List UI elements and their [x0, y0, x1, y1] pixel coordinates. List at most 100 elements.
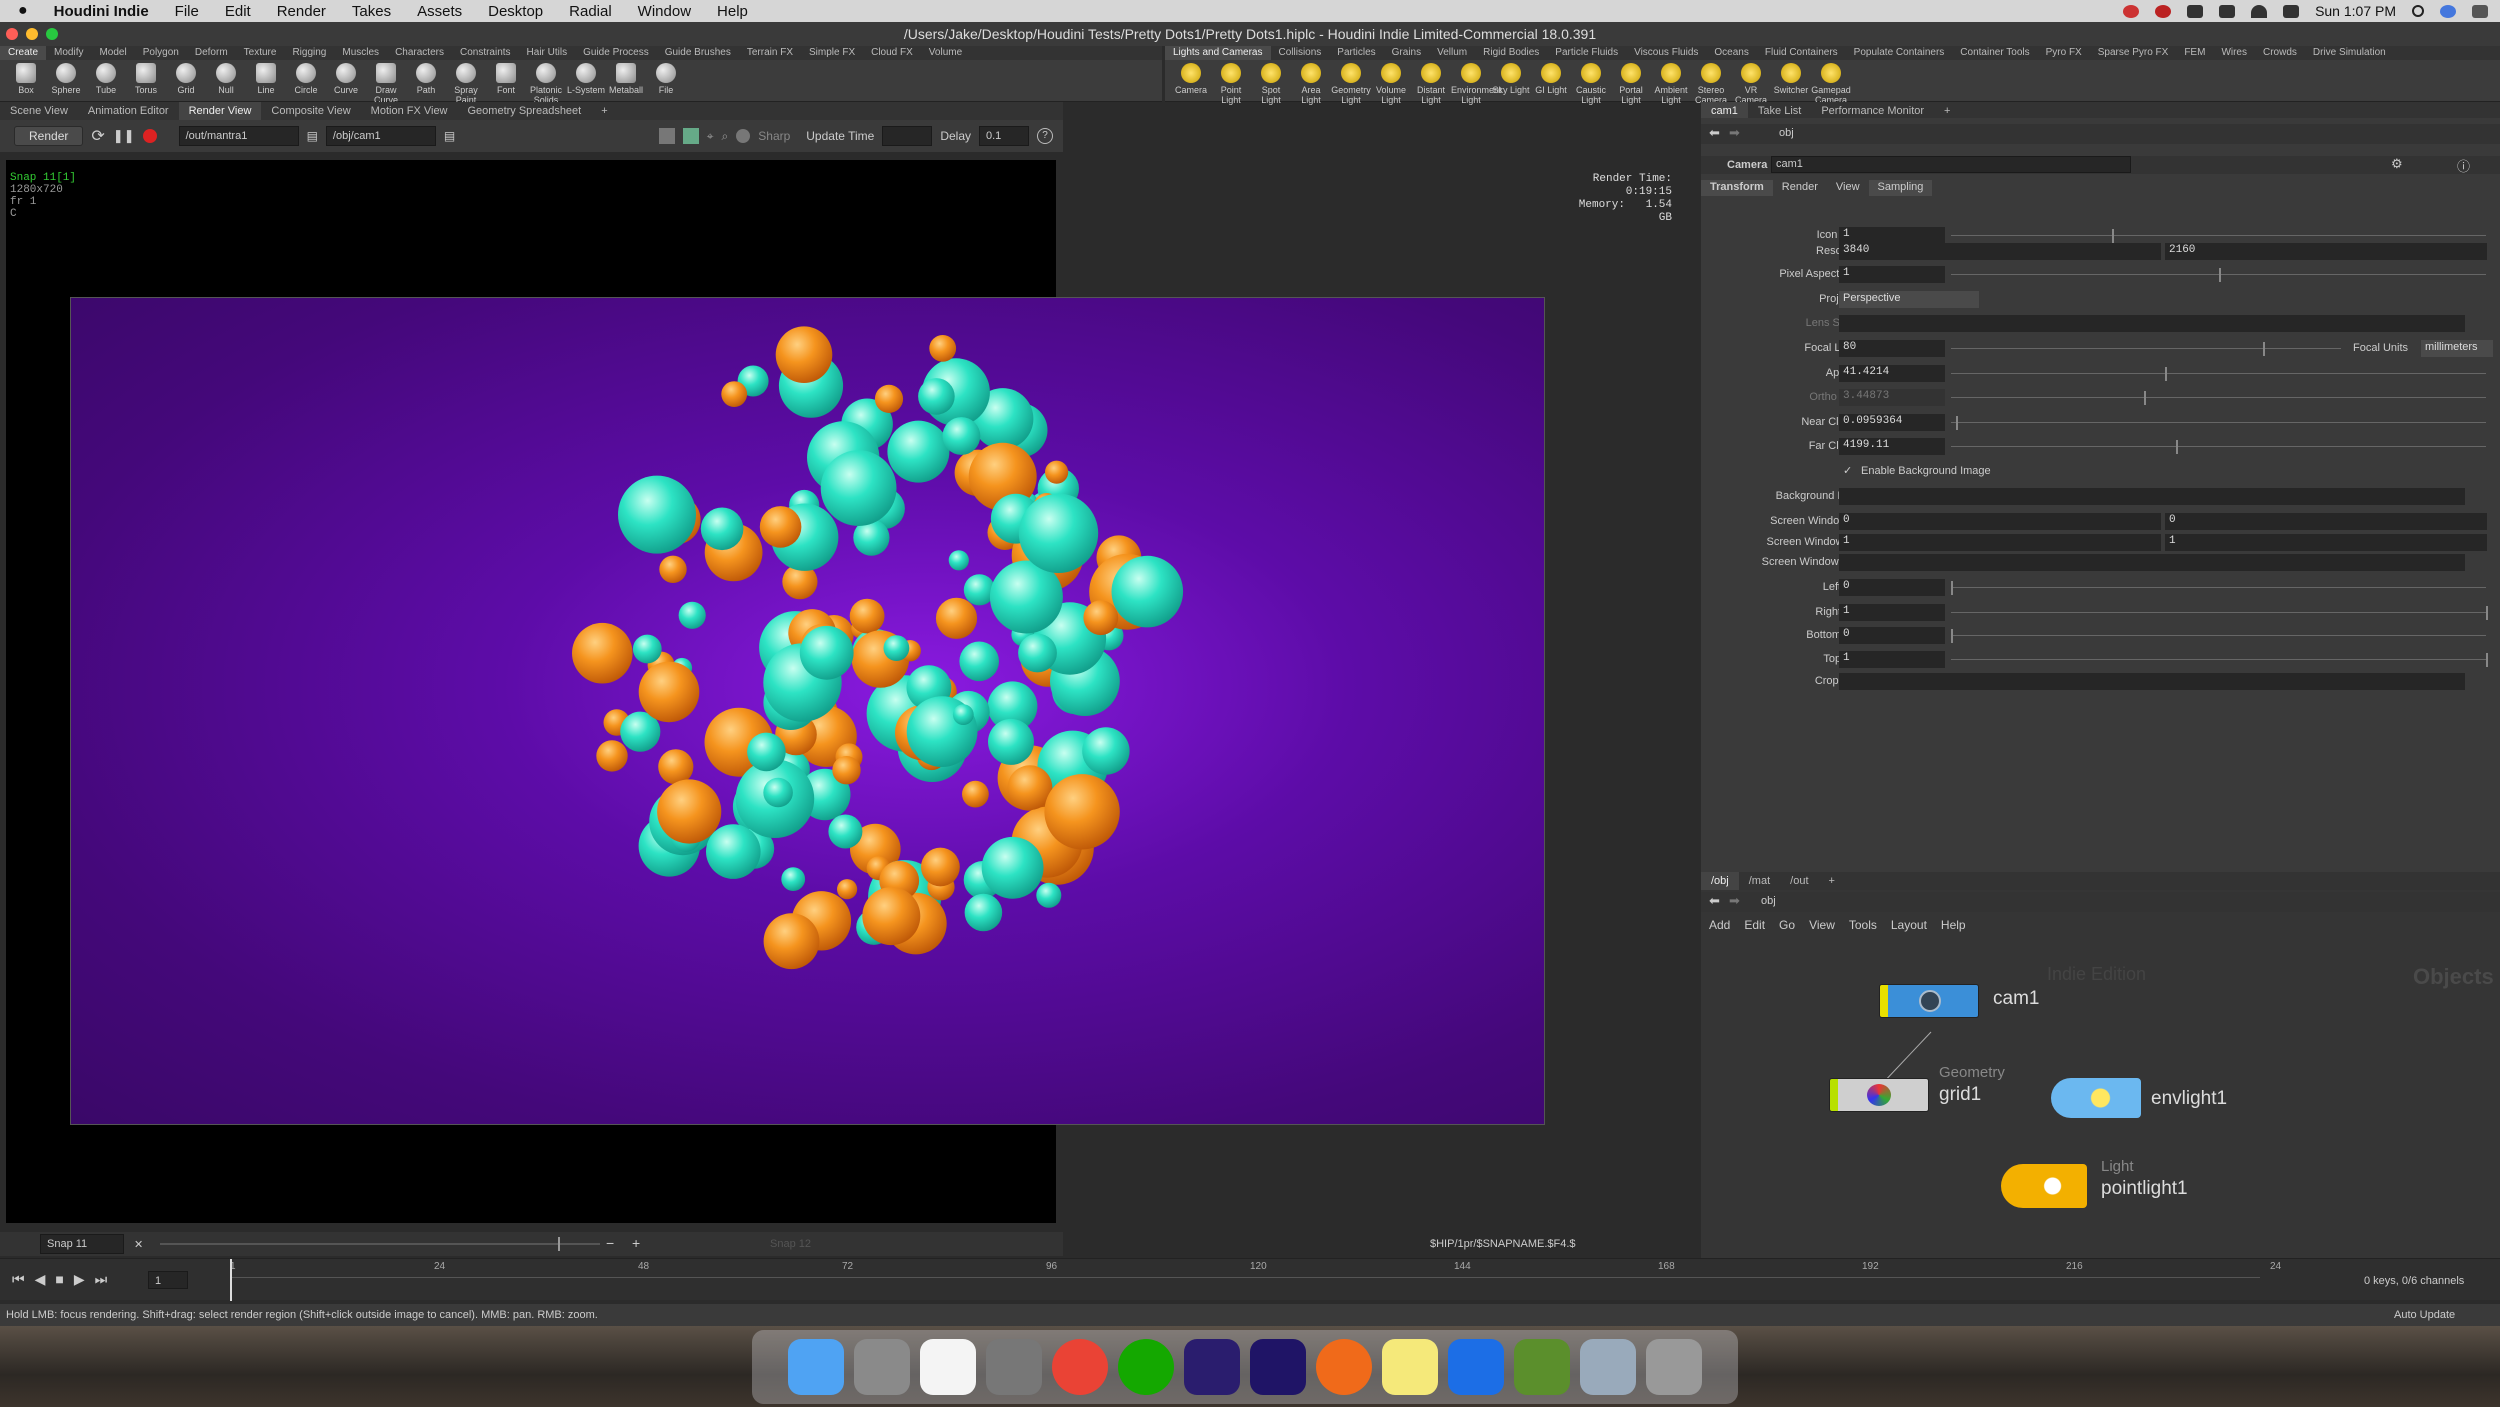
shelf-tab-sparse-pyro-fx[interactable]: Sparse Pyro FX [2090, 46, 2177, 60]
shelf-tab-particle-fluids[interactable]: Particle Fluids [1547, 46, 1626, 60]
add-tab-icon[interactable]: + [591, 102, 617, 120]
shelf-tab-model[interactable]: Model [91, 46, 134, 60]
menu-assets[interactable]: Assets [404, 3, 475, 20]
tool-volume-light[interactable]: Volume Light [1371, 60, 1411, 105]
shelf-tab-container-tools[interactable]: Container Tools [1952, 46, 2037, 60]
menu-window[interactable]: Window [625, 3, 704, 20]
shelf-tab-fem[interactable]: FEM [2176, 46, 2213, 60]
shelf-tab-fluid-containers[interactable]: Fluid Containers [1757, 46, 1846, 60]
menu-desktop[interactable]: Desktop [475, 3, 556, 20]
parm-slider-thumb[interactable] [2165, 367, 2167, 381]
minus-icon[interactable]: − [606, 1235, 614, 1251]
parm-slider-thumb[interactable] [2144, 391, 2146, 405]
tab-scene-view[interactable]: Scene View [0, 102, 78, 120]
tab-animation-editor[interactable]: Animation Editor [78, 102, 179, 120]
tool-file[interactable]: File [646, 60, 686, 95]
dock-quicktime-icon[interactable] [1448, 1339, 1504, 1395]
dock-system-preferences-icon[interactable] [986, 1339, 1042, 1395]
camera-field[interactable]: /obj/cam1 [325, 126, 436, 146]
node-name-field[interactable]: cam1 [1771, 156, 2131, 173]
help-icon[interactable]: ? [1037, 128, 1053, 144]
minimize-window-icon[interactable] [26, 28, 38, 40]
color-correct-icon[interactable] [682, 128, 699, 144]
pin-icon[interactable]: ⌖ [707, 129, 714, 144]
shelf-tab-lights-and-cameras[interactable]: Lights and Cameras [1165, 46, 1271, 60]
sharp-dropdown[interactable]: Sharp [758, 129, 798, 143]
snapshot-slider[interactable] [160, 1243, 600, 1245]
timeline[interactable]: ⏮ ◀ ■ ▶ ⏭ 1 1 24 48 72 96 120 144 168 192 216 24 0… [0, 1258, 2500, 1301]
output-driver-field[interactable]: /out/mantra1 [178, 126, 299, 146]
parm-tab-transform[interactable]: Transform [1701, 180, 1773, 196]
apple-menu-icon[interactable]: ● [0, 2, 41, 20]
forward-icon[interactable]: ➡ [1729, 125, 1740, 141]
shelf-tab-characters[interactable]: Characters [387, 46, 452, 60]
parm-field[interactable] [1839, 488, 2465, 505]
menu-render[interactable]: Render [264, 3, 339, 20]
tool-switcher[interactable]: Switcher [1771, 60, 1811, 95]
siri-icon[interactable] [2440, 4, 2456, 18]
tool-box[interactable]: Box [6, 60, 46, 95]
update-time-field[interactable] [882, 126, 933, 146]
shelf-tab-modify[interactable]: Modify [46, 46, 91, 60]
timeline-ruler[interactable]: 1 24 48 72 96 120 144 168 192 216 24 [230, 1259, 2281, 1301]
shelf-tab-deform[interactable]: Deform [187, 46, 236, 60]
parm-path[interactable]: obj [1779, 127, 1794, 139]
parm-slider-thumb[interactable] [1951, 629, 1953, 643]
tool-font[interactable]: Font [486, 60, 526, 95]
gear-icon[interactable]: ⚙ [2391, 156, 2403, 172]
shelf-tab-simple-fx[interactable]: Simple FX [801, 46, 863, 60]
tool-environment-light[interactable]: Environment Light [1451, 60, 1502, 105]
tool-spot-light[interactable]: Spot Light [1251, 60, 1291, 105]
camera-chooser-icon[interactable]: ▤ [444, 129, 455, 143]
checkbox-icon[interactable]: ✓ [1843, 464, 1852, 477]
tool-gamepad-camera[interactable]: Gamepad Camera [1811, 60, 1851, 105]
menu-takes[interactable]: Takes [339, 3, 404, 20]
tab-geometry-spreadsheet[interactable]: Geometry Spreadsheet [458, 102, 592, 120]
shelf-tab-particles[interactable]: Particles [1329, 46, 1383, 60]
parm-field[interactable]: 1 [1839, 651, 1945, 668]
parm-field[interactable]: 80 [1839, 340, 1945, 357]
dock-trash-icon[interactable] [1646, 1339, 1702, 1395]
menu-radial[interactable]: Radial [556, 3, 625, 20]
dock-houdini-icon[interactable] [1316, 1339, 1372, 1395]
shelf-tab-terrain-fx[interactable]: Terrain FX [739, 46, 801, 60]
tool-vr-camera[interactable]: VR Camera [1731, 60, 1771, 105]
pause-icon[interactable]: ❚❚ [113, 128, 135, 144]
tool-curve[interactable]: Curve [326, 60, 366, 95]
parm-field[interactable]: 41.4214 [1839, 365, 1945, 382]
dock-upwork-icon[interactable] [1118, 1339, 1174, 1395]
output-chooser-icon[interactable]: ▤ [307, 129, 318, 143]
parm-field[interactable]: 1 [1839, 534, 2161, 551]
app-menu[interactable]: Houdini Indie [41, 3, 162, 20]
tool-portal-light[interactable]: Portal Light [1611, 60, 1651, 105]
parm-field[interactable]: 1 [1839, 604, 1945, 621]
parm-field[interactable]: 0 [1839, 513, 2161, 530]
tool-ambient-light[interactable]: Ambient Light [1651, 60, 1691, 105]
snapshot-slider-thumb[interactable] [558, 1237, 560, 1251]
play-icon[interactable]: ▶ [74, 1271, 85, 1288]
dock-notes-icon[interactable] [1382, 1339, 1438, 1395]
preview-icon[interactable] [658, 128, 675, 144]
delete-snapshot-icon[interactable]: ✕ [134, 1238, 143, 1251]
parm-field[interactable] [1839, 673, 2465, 690]
record-icon[interactable] [2155, 4, 2172, 18]
jump-end-icon[interactable]: ⏭ [95, 1271, 108, 1288]
tool-camera[interactable]: Camera [1171, 60, 1211, 95]
tool-sky-light[interactable]: Sky Light [1491, 60, 1531, 95]
tool-l-system[interactable]: L-System [566, 60, 606, 95]
delay-field[interactable]: 0.1 [979, 126, 1029, 146]
tool-null[interactable]: Null [206, 60, 246, 95]
dock-preview-icon[interactable] [1580, 1339, 1636, 1395]
shelf-tab-muscles[interactable]: Muscles [334, 46, 387, 60]
frame-field[interactable]: 1 [148, 1271, 188, 1289]
tool-sphere[interactable]: Sphere [46, 60, 86, 95]
shelf-tab-drive-simulation[interactable]: Drive Simulation [2305, 46, 2394, 60]
tool-circle[interactable]: Circle [286, 60, 326, 95]
tool-point-light[interactable]: Point Light [1211, 60, 1251, 105]
dock-premiere-icon[interactable] [1184, 1339, 1240, 1395]
shelf-tab-crowds[interactable]: Crowds [2255, 46, 2305, 60]
wifi-icon[interactable] [2251, 4, 2268, 18]
search-icon[interactable] [2412, 5, 2424, 17]
playhead[interactable] [230, 1259, 232, 1301]
parm-slider[interactable] [1951, 235, 2486, 236]
